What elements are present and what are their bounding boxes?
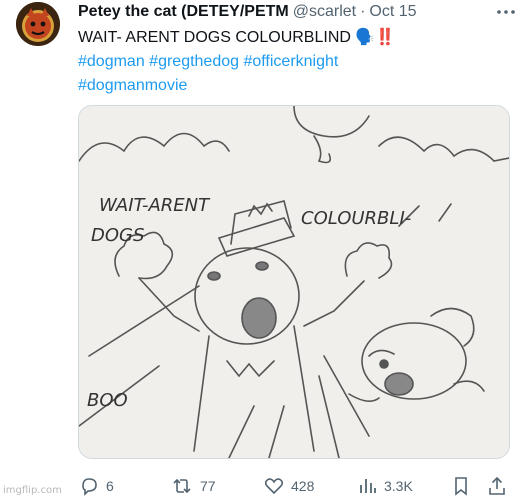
tweet-media[interactable]: WAIT-ARENT DOGS COLOURBLI- BOO — [78, 105, 510, 459]
display-name[interactable]: Petey the cat (DETEY/PETM — [78, 3, 289, 21]
bookmark-button[interactable] — [450, 475, 472, 497]
more-icon — [497, 10, 515, 14]
views-count: 3.3K — [384, 478, 413, 494]
tweet-body: WAIT- ARENT DOGS COLOURBLIND 🗣️‼️ #dogma… — [78, 26, 508, 98]
views-chart-icon — [360, 479, 376, 493]
avatar[interactable] — [16, 2, 60, 46]
drawing-text-dogs: DOGS — [91, 225, 144, 246]
user-handle[interactable]: @scarlet — [293, 3, 356, 21]
repost-button[interactable]: 77 — [170, 475, 216, 497]
like-button[interactable]: 428 — [263, 475, 314, 497]
timestamp[interactable]: Oct 15 — [369, 3, 416, 21]
more-button[interactable] — [495, 2, 517, 22]
tweet-emojis: 🗣️‼️ — [355, 29, 396, 46]
pencil-drawing: WAIT-ARENT DOGS COLOURBLI- BOO — [79, 106, 509, 458]
share-button[interactable] — [486, 475, 508, 497]
tweet-text: WAIT- ARENT DOGS COLOURBLIND — [78, 29, 351, 46]
tweet-header: Petey the cat (DETEY/PETM @scarlet · Oct… — [78, 0, 518, 24]
reply-button[interactable]: 6 — [78, 475, 114, 497]
repost-count: 77 — [200, 478, 216, 494]
separator-dot: · — [360, 3, 366, 20]
reply-icon — [82, 478, 97, 496]
views-button[interactable]: 3.3K — [356, 475, 413, 497]
drawing-text-wait: WAIT-ARENT — [99, 195, 211, 216]
bookmark-icon — [455, 477, 467, 496]
share-icon — [489, 476, 505, 495]
hashtags-line-2[interactable]: #dogmanmovie — [78, 74, 508, 98]
action-bar: 6 77 428 3.3K — [78, 473, 508, 499]
reply-count: 6 — [106, 478, 114, 494]
like-count: 428 — [291, 478, 315, 494]
heart-icon — [264, 478, 284, 495]
hashtags-line-1[interactable]: #dogman #gregthedog #officerknight — [78, 50, 508, 74]
repost-icon — [173, 478, 191, 494]
drawing-text-colourbli: COLOURBLI- — [301, 208, 411, 229]
drawing-text-boo: BOO — [87, 390, 128, 411]
watermark: imgflip.com — [3, 485, 62, 496]
avatar-image — [16, 2, 60, 46]
